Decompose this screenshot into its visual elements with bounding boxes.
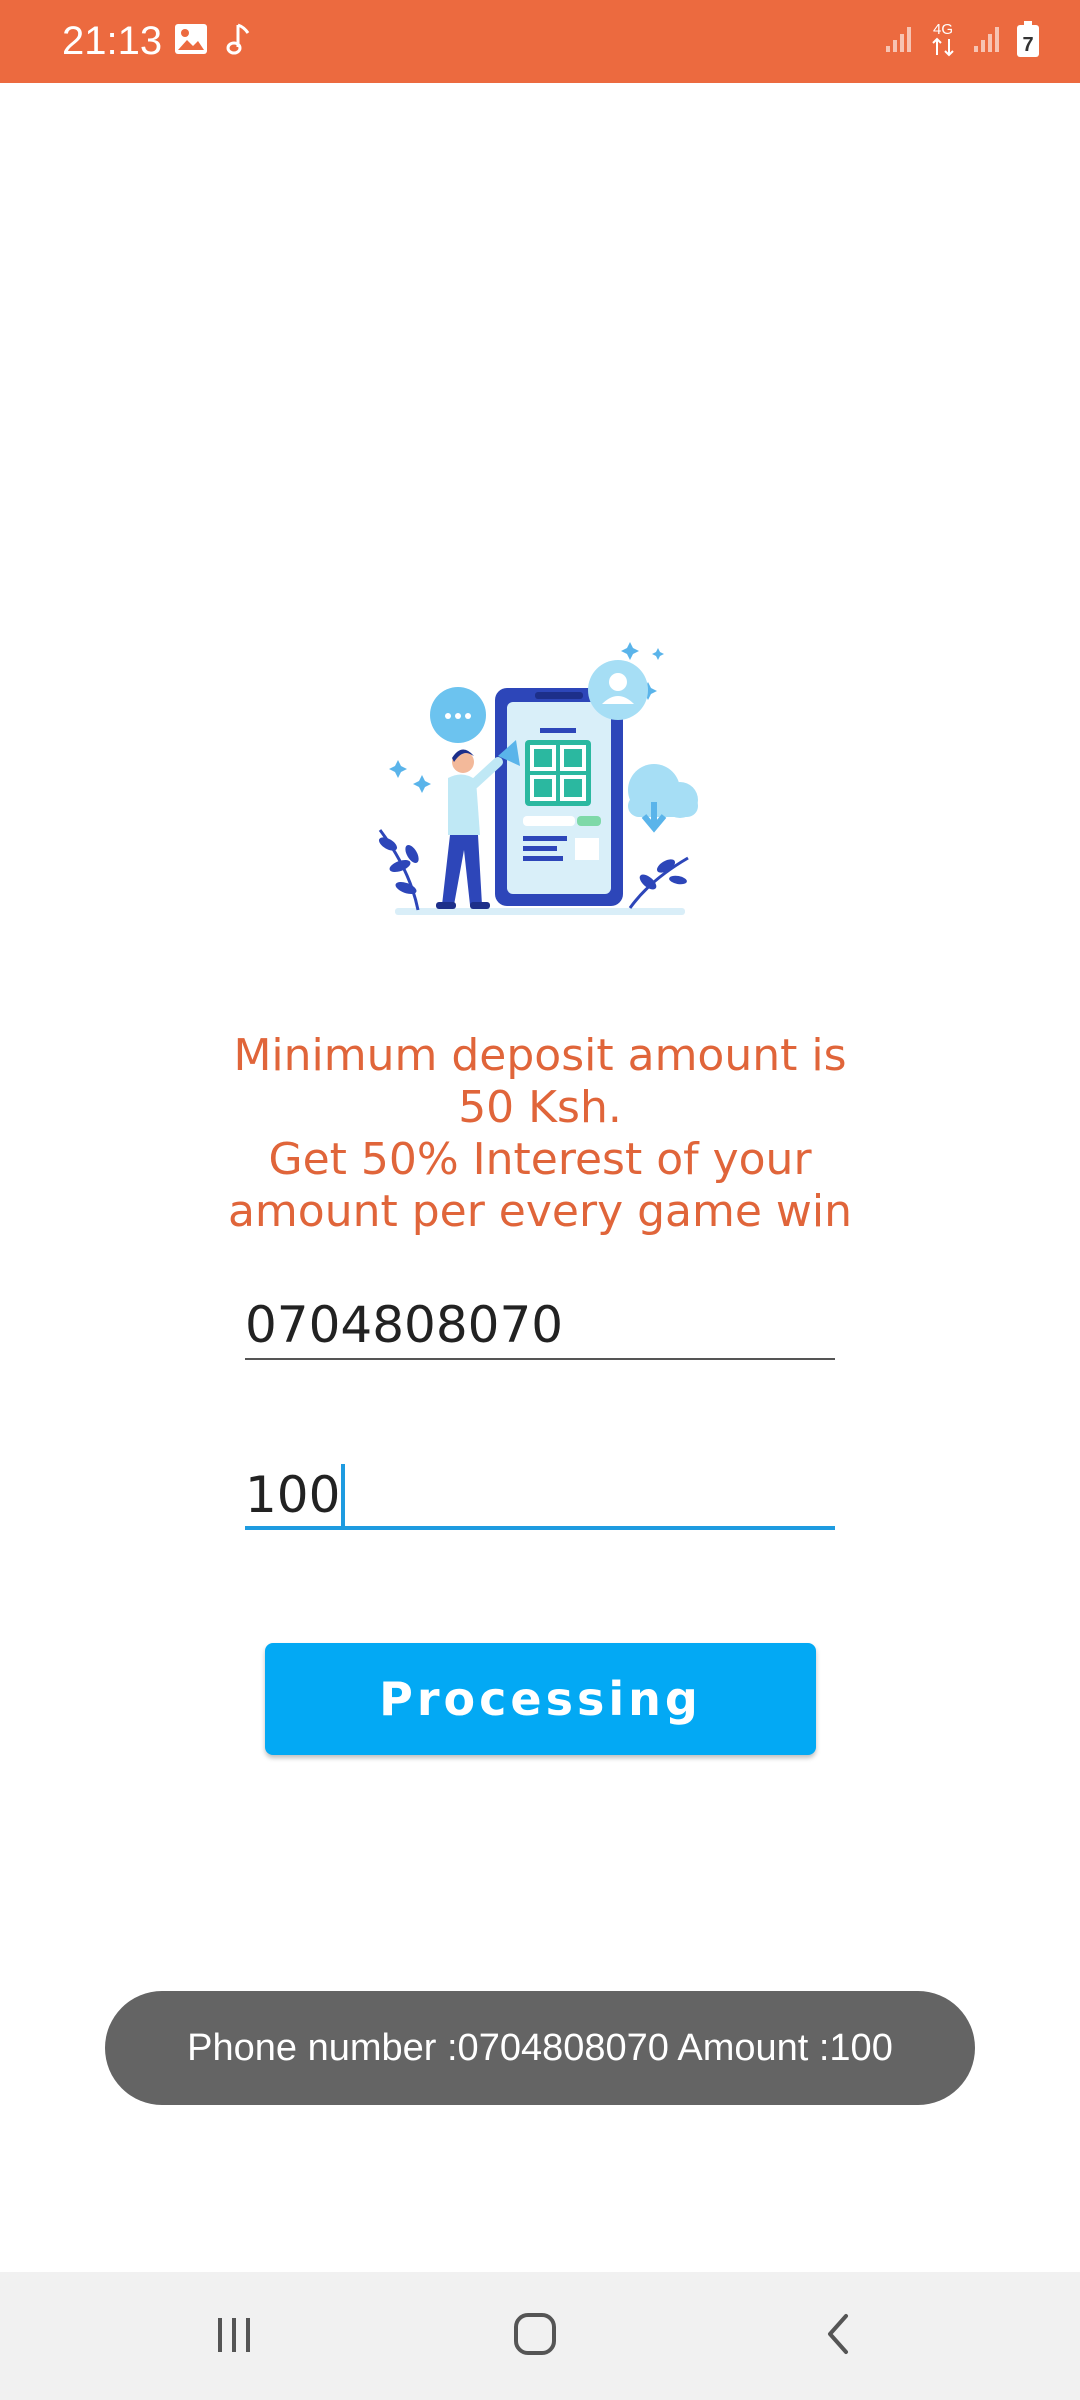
signal-icon (884, 24, 914, 59)
info-line-2: 50 Ksh. (458, 1082, 622, 1133)
recents-icon (212, 2312, 256, 2361)
battery-level: 7 (1022, 34, 1033, 56)
4g-data-icon: 4G (928, 19, 958, 64)
toast-message: Phone number :0704808070 Amount :100 (105, 1991, 975, 2105)
phone-number-value: 0704808070 (245, 1296, 564, 1354)
status-bar: 21:13 4G 7 (0, 0, 1080, 83)
processing-button[interactable]: Processing (265, 1643, 816, 1755)
amount-value: 100 (245, 1466, 341, 1524)
recents-button[interactable] (174, 2272, 294, 2400)
status-system-icons: 4G 7 (884, 18, 1040, 64)
home-icon (511, 2310, 559, 2363)
info-line-1: Minimum deposit amount is (233, 1030, 847, 1081)
info-line-3: Get 50% Interest of your (268, 1134, 812, 1185)
navigation-bar (0, 2272, 1080, 2400)
gallery-icon (174, 23, 208, 60)
music-note-icon (226, 21, 254, 62)
qr-deposit-illustration (370, 630, 710, 930)
home-button[interactable] (475, 2272, 595, 2400)
signal-icon (972, 24, 1002, 59)
amount-field[interactable]: 100 (245, 1460, 835, 1530)
status-notification-icons (174, 20, 254, 62)
back-button[interactable] (778, 2272, 898, 2400)
amount-value-wrapper: 100 (245, 1460, 346, 1530)
phone-number-field[interactable]: 0704808070 (245, 1290, 835, 1360)
network-type-label: 4G (933, 21, 953, 38)
status-time: 21:13 (62, 19, 163, 63)
battery-icon: 7 (1016, 20, 1040, 63)
text-cursor (341, 1464, 346, 1526)
back-icon (818, 2310, 858, 2363)
deposit-info-text: Minimum deposit amount is 50 Ksh. Get 50… (220, 1030, 860, 1238)
info-line-4: amount per every game win (227, 1186, 853, 1237)
